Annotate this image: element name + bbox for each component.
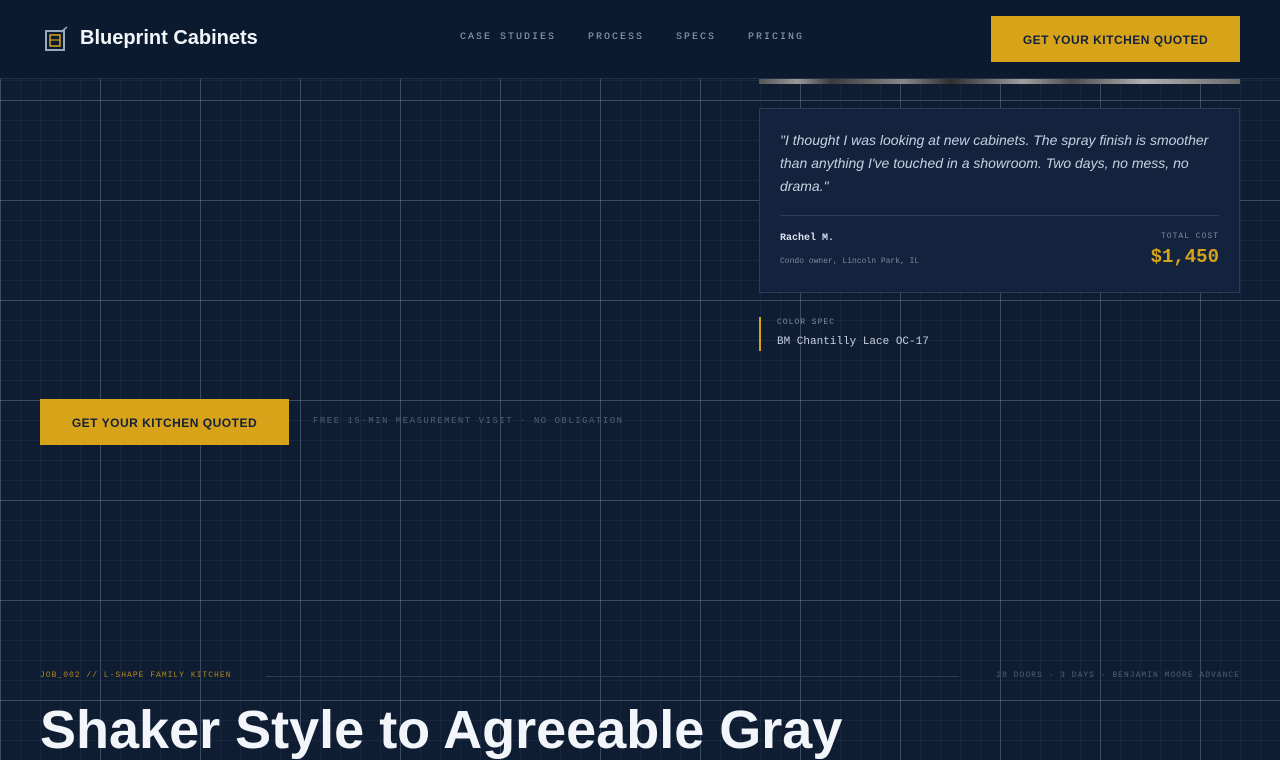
cabinet-logo-icon[interactable] [44, 26, 68, 52]
testimonial-card: "I thought I was looking at new cabinets… [759, 108, 1240, 293]
color-spec: COLOR SPEC BM Chantilly Lace OC-17 [759, 317, 929, 351]
nav-case-studies[interactable]: CASE STUDIES [460, 32, 556, 43]
hero-quote-button[interactable]: GET YOUR KITCHEN QUOTED [40, 399, 289, 445]
nav-specs[interactable]: SPECS [676, 32, 716, 43]
job-specs: 28 DOORS · 3 DAYS · BENJAMIN MOORE ADVAN… [996, 671, 1240, 680]
header-quote-button[interactable]: GET YOUR KITCHEN QUOTED [991, 16, 1240, 62]
color-spec-label: COLOR SPEC [777, 318, 836, 327]
job-title: Shaker Style to Agreeable Gray [40, 700, 843, 760]
job-id: JOB_002 // L-SHAPE FAMILY KITCHEN [40, 671, 232, 680]
main-nav: CASE STUDIES PROCESS SPECS PRICING [460, 32, 804, 43]
testimonial-quote: "I thought I was looking at new cabinets… [780, 132, 1209, 194]
job-divider [266, 676, 959, 677]
nav-process[interactable]: PROCESS [588, 32, 644, 43]
card-divider [780, 215, 1219, 216]
cta-note: FREE 15-MIN MEASUREMENT VISIT · NO OBLIG… [313, 416, 624, 426]
color-spec-value: BM Chantilly Lace OC-17 [777, 336, 929, 348]
testimonial-location: Condo owner, Lincoln Park, IL [780, 257, 920, 266]
total-cost-label: TOTAL COST [1160, 232, 1219, 241]
brand-name[interactable]: Blueprint Cabinets [80, 27, 258, 50]
nav-pricing[interactable]: PRICING [748, 32, 804, 43]
site-header: Blueprint Cabinets CASE STUDIES PROCESS … [0, 0, 1280, 79]
total-cost-value: $1,450 [1150, 246, 1219, 268]
testimonial-author: Rachel M. [780, 233, 835, 244]
